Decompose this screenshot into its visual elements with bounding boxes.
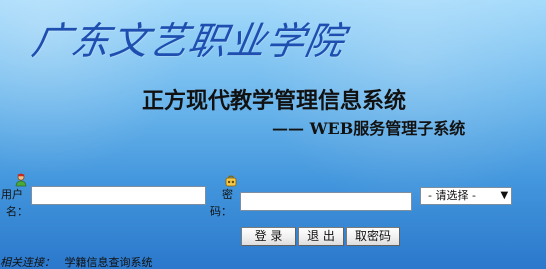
reset-password-button[interactable]: 取密码 [346, 227, 400, 246]
user-icon [14, 172, 28, 187]
student-record-query-link[interactable]: 学籍信息查询系统 [65, 256, 153, 269]
system-title: 正方现代教学管理信息系统 [142, 88, 407, 114]
related-links-label: 相关连接： [0, 256, 55, 269]
username-input[interactable] [31, 186, 206, 205]
system-subtitle: —— WEB服务管理子系统 [272, 119, 466, 138]
footer-links: 相关连接： 学籍信息查询系统 [0, 257, 153, 269]
login-button[interactable]: 登 录 [241, 227, 296, 246]
chevron-down-icon: ▼ [500, 190, 509, 201]
password-label-line2: 码： [210, 205, 232, 218]
exit-button[interactable]: 退 出 [298, 227, 344, 246]
username-label-line2: 名： [6, 205, 28, 218]
password-input[interactable] [240, 192, 412, 211]
school-logo-text: 广东文艺职业学院 [28, 19, 349, 63]
role-select-value: - 请选择 - [428, 189, 476, 202]
role-select[interactable]: - 请选择 - ▼ [420, 187, 512, 205]
username-label-line1: 用户 [1, 188, 23, 201]
key-icon [224, 173, 238, 187]
password-label-line1: 密 [222, 188, 233, 201]
